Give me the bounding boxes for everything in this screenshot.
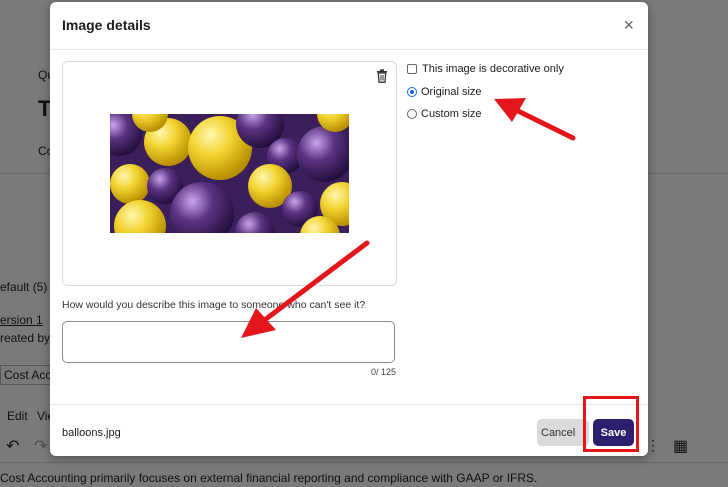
original-size-radio[interactable]: Original size [407, 86, 482, 98]
dialog-footer: balloons.jpg Cancel Save [50, 404, 648, 457]
save-button[interactable]: Save [593, 419, 634, 446]
checkbox-box[interactable] [407, 64, 417, 74]
close-icon[interactable]: × [623, 16, 634, 34]
radio-selected[interactable] [407, 87, 417, 97]
file-name: balloons.jpg [62, 427, 121, 439]
cancel-button[interactable]: Cancel [537, 419, 589, 446]
decorative-label: This image is decorative only [422, 63, 564, 75]
description-textarea[interactable] [62, 321, 395, 363]
image-preview-box [62, 61, 397, 286]
dialog-header: Image details × [50, 2, 648, 50]
description-label: How would you describe this image to som… [62, 299, 366, 311]
custom-size-label: Custom size [421, 108, 482, 120]
decorative-checkbox[interactable]: This image is decorative only [407, 63, 564, 75]
custom-size-radio[interactable]: Custom size [407, 108, 482, 120]
dialog-title: Image details [62, 17, 151, 33]
image-preview [110, 114, 349, 233]
character-counter: 0/ 125 [370, 367, 396, 377]
original-size-label: Original size [421, 86, 482, 98]
image-details-dialog: Image details × This image is decorative… [50, 2, 648, 456]
trash-icon[interactable] [376, 69, 388, 83]
radio-unselected[interactable] [407, 109, 417, 119]
